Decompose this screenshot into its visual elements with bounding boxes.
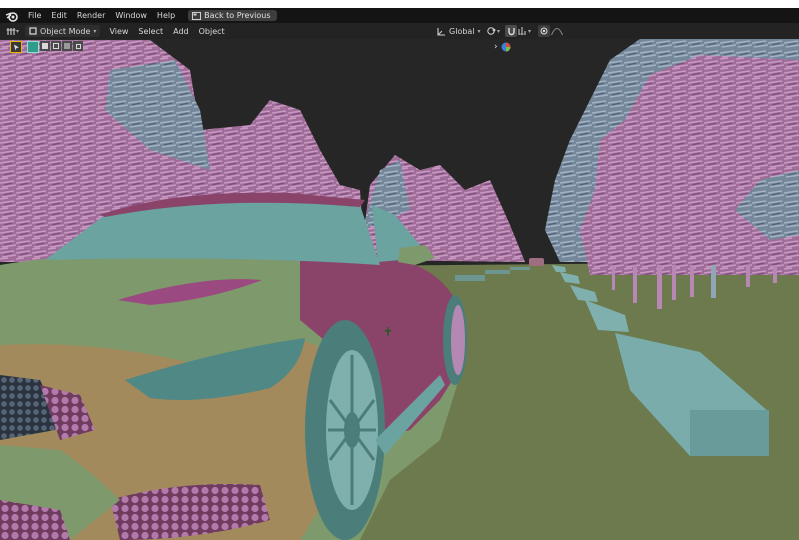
menu-render[interactable]: Render [72,11,110,20]
falloff-curve-icon [551,27,563,35]
chevron-down-icon: ▾ [497,27,501,35]
3d-viewport[interactable]: › [0,39,799,540]
magnet-icon [507,27,515,35]
menu-file[interactable]: File [23,11,46,20]
selection-mode-group [27,41,83,53]
origin-icon [384,327,392,336]
navigation-gizmo-icon[interactable] [501,42,511,52]
proportional-editing-icon [540,27,548,35]
snap-increment-label: Incr [519,32,525,36]
object-mode-icon [29,27,37,35]
snap-toggle-button[interactable] [505,25,517,37]
viewport-scene [0,39,799,540]
menu-view[interactable]: View [104,27,133,36]
screen-back-icon [192,11,202,20]
menu-select[interactable]: Select [133,27,168,36]
snap-increment-icon: Incr [518,27,526,36]
intersect-icon [75,43,81,49]
subtract-icon [53,43,59,49]
invert-icon [64,43,70,49]
select-mode-extend-button[interactable] [40,41,50,51]
chevron-right-icon[interactable]: › [494,42,498,52]
menu-help[interactable]: Help [152,11,180,20]
proportional-editing-button[interactable] [538,25,550,37]
transform-axes-icon [437,27,445,36]
editor-type-button[interactable]: ▾ [6,27,19,36]
car-rear-wheel [451,305,465,375]
menu-edit[interactable]: Edit [46,11,72,20]
select-mode-invert-button[interactable] [62,41,72,51]
snap-target-dropdown[interactable]: Incr ▾ [518,26,531,36]
back-to-previous-button[interactable]: Back to Previous [188,10,277,21]
chevron-down-icon: ▾ [93,27,97,35]
back-to-previous-label: Back to Previous [204,11,271,20]
cursor-arrow-icon [13,44,19,50]
transform-orientation-dropdown[interactable]: Global ▾ [437,27,481,36]
top-menu-bar: File Edit Render Window Help Back to Pre… [0,8,799,23]
extend-icon [42,43,48,49]
select-mode-subtract-button[interactable] [51,41,61,51]
pivot-point-icon [487,27,496,35]
select-mode-intersect-button[interactable] [73,41,83,51]
select-mode-new-button[interactable] [27,41,39,53]
car-front-hub [344,412,360,448]
mode-dropdown[interactable]: Object Mode ▾ [25,25,101,37]
blender-logo-icon[interactable] [5,10,19,22]
chevron-down-icon: ▾ [528,27,532,35]
distant-car [529,258,544,266]
mode-label: Object Mode [40,26,91,36]
menu-window[interactable]: Window [110,11,152,20]
chevron-down-icon: ▾ [16,27,20,35]
viewport-header: ▾ Object Mode ▾ View Select Add Object G… [0,23,799,39]
pivot-point-dropdown[interactable]: ▾ [487,26,500,36]
falloff-dropdown[interactable] [551,27,563,36]
menu-object[interactable]: Object [194,27,230,36]
select-tool-button[interactable] [10,41,22,53]
menu-add[interactable]: Add [168,27,194,36]
chevron-down-icon: ▾ [477,27,481,35]
editor-type-icon [6,27,16,35]
transform-orientation-label: Global [449,26,475,36]
